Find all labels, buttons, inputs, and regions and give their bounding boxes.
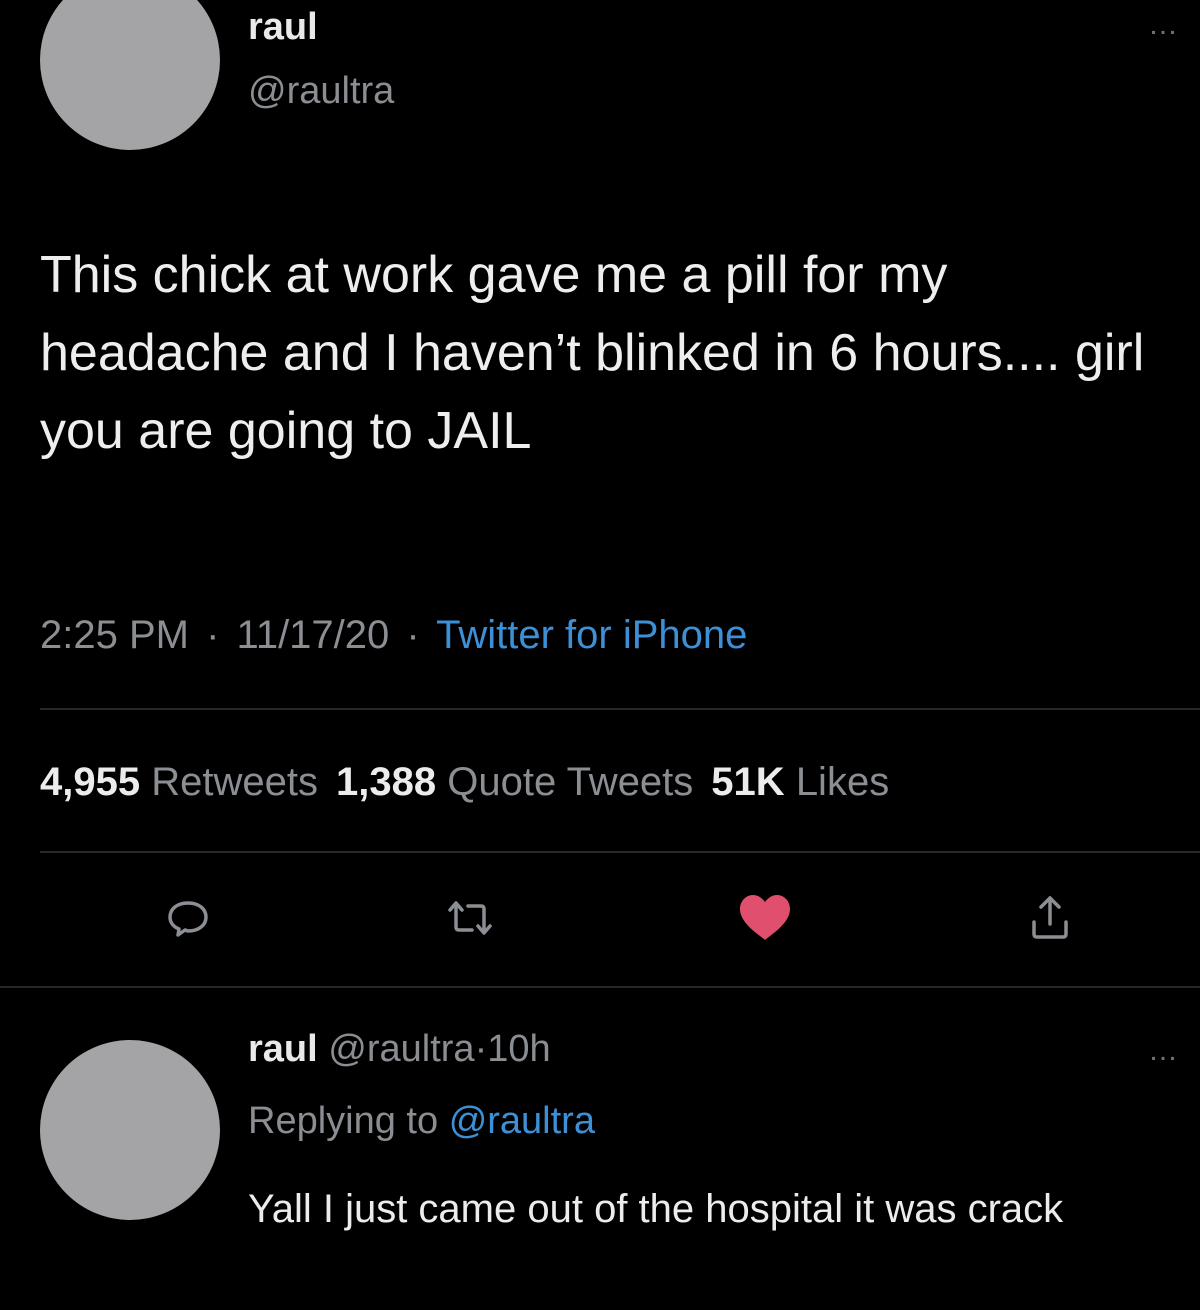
- quotes-stat[interactable]: 1,388 Quote Tweets: [336, 760, 693, 804]
- reply-author-handle[interactable]: @raultra: [328, 1028, 474, 1070]
- author-name[interactable]: raul: [248, 6, 318, 49]
- likes-label: Likes: [795, 760, 890, 804]
- quotes-count: 1,388: [335, 760, 437, 804]
- meta-separator: ·: [206, 613, 220, 657]
- reply-author-avatar[interactable]: [40, 1040, 220, 1220]
- likes-count: 51K: [711, 760, 785, 804]
- author-handle[interactable]: @raultra: [248, 70, 394, 113]
- retweet-icon: [448, 901, 492, 935]
- tweet-text: This chick at work gave me a pill for my…: [40, 246, 1145, 460]
- reply-time[interactable]: 10h: [487, 1028, 550, 1070]
- divider: [40, 851, 1200, 853]
- more-options-icon[interactable]: …: [1148, 10, 1180, 40]
- retweet-button[interactable]: [440, 888, 500, 948]
- share-button[interactable]: [1020, 888, 1080, 948]
- retweets-count: 4,955: [40, 760, 141, 804]
- retweets-stat[interactable]: 4,955 Retweets: [40, 760, 318, 804]
- replying-to-mention[interactable]: @raultra: [449, 1100, 595, 1142]
- author-avatar[interactable]: [40, 0, 220, 150]
- reply-author-name[interactable]: raul: [248, 1028, 318, 1070]
- replying-to-label: Replying to: [248, 1100, 439, 1142]
- reply-text: Yall I just came out of the hospital it …: [248, 1187, 1064, 1231]
- meta-separator: ·: [406, 613, 420, 657]
- like-button[interactable]: [735, 888, 795, 948]
- tweet-date[interactable]: 11/17/20: [237, 613, 390, 657]
- tweet-source-link[interactable]: Twitter for iPhone: [436, 613, 747, 657]
- heart-icon: [740, 895, 790, 940]
- likes-stat[interactable]: 51K Likes: [711, 760, 889, 804]
- reply-icon: [168, 901, 208, 937]
- tweet-stats: 4,955 Retweets 1,388 Quote Tweets 51K Like…: [40, 760, 889, 805]
- reply-more-options-icon[interactable]: …: [1148, 1036, 1180, 1066]
- quotes-label: Quote Tweets: [447, 760, 694, 804]
- retweets-label: Retweets: [151, 760, 318, 804]
- reply-button[interactable]: [158, 888, 218, 948]
- tweet-time[interactable]: 2:25 PM: [40, 613, 189, 657]
- divider: [0, 986, 1200, 988]
- tweet-meta: 2:25 PM · 11/17/20 · Twitter for iPhone: [40, 613, 747, 658]
- reply-header: raul @raultra·10h: [248, 1028, 551, 1071]
- divider: [40, 708, 1200, 710]
- share-icon: [1032, 896, 1068, 939]
- replying-to: Replying to @raultra: [248, 1100, 595, 1143]
- reply-separator: ·: [474, 1028, 488, 1070]
